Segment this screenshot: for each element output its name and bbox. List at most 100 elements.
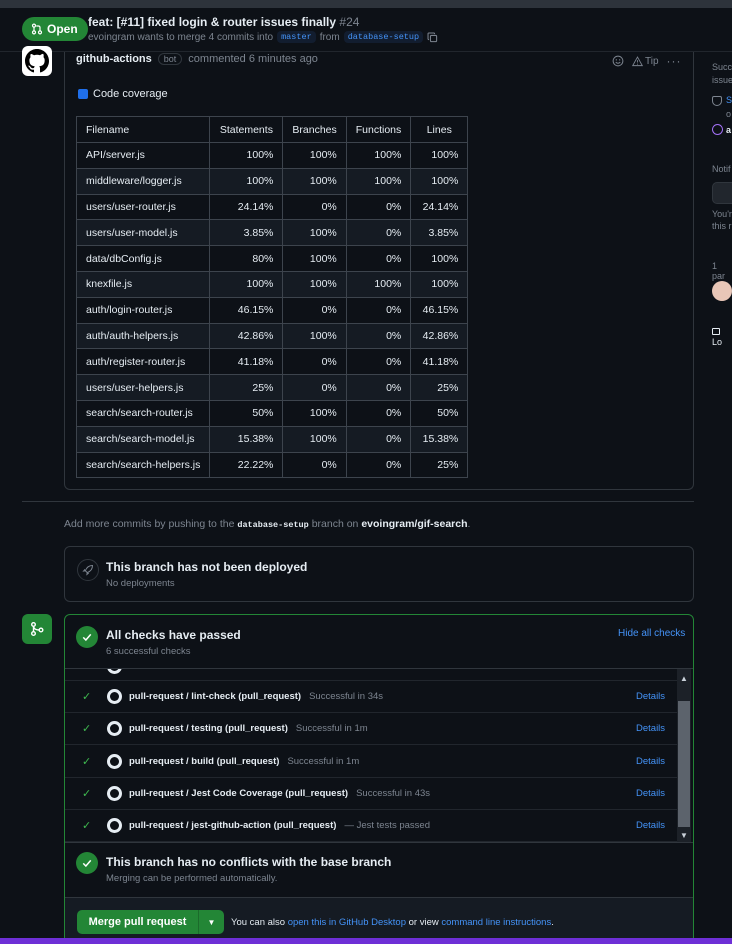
open-in-desktop-link[interactable]: open this in GitHub Desktop (288, 917, 406, 928)
check-name-text: pull-request / lint-check (pull_request) (129, 691, 302, 702)
checks-passed-icon (76, 626, 98, 648)
lock-conversation-link[interactable]: Lo (712, 325, 732, 347)
merge-pull-request-button[interactable]: Merge pull request ▼ (77, 910, 224, 934)
deploy-subtitle: No deployments (106, 578, 175, 589)
coverage-value-cell: 0% (282, 193, 347, 221)
coverage-value-cell: 0% (282, 348, 347, 376)
coverage-value-cell: 100% (410, 142, 469, 169)
copy-icon[interactable] (427, 32, 438, 43)
coverage-value-cell: 100% (410, 167, 469, 195)
command-line-instructions-link[interactable]: command line instructions (441, 917, 551, 928)
push-note-prefix: Add more commits by pushing to the (64, 518, 235, 530)
participant-avatar[interactable] (712, 281, 732, 301)
checks-scrollbar-thumb[interactable] (678, 701, 690, 827)
merge-checks-box: All checks have passed 6 successful chec… (64, 614, 694, 944)
coverage-value-cell: 0% (345, 219, 412, 247)
hide-all-checks-link[interactable]: Hide all checks (618, 628, 685, 639)
push-commits-note: Add more commits by pushing to the datab… (64, 518, 470, 530)
check-mark-icon: ✓ (82, 820, 92, 833)
github-logo-icon (107, 669, 122, 674)
coverage-value-cell: 100% (282, 167, 347, 195)
check-mark-icon: ✓ (82, 691, 92, 703)
git-merge-icon (22, 614, 52, 644)
coverage-value-cell: 41.18% (410, 348, 469, 376)
check-details-link[interactable]: Details (636, 788, 665, 799)
coverage-value-cell: 80% (209, 245, 284, 272)
kebab-menu-icon[interactable]: ··· (667, 54, 682, 68)
github-logo-icon (25, 49, 49, 73)
check-mark-icon: ✓ (82, 755, 92, 768)
base-branch-label[interactable]: master (277, 31, 316, 43)
github-logo-icon (107, 721, 122, 737)
deploy-title: This branch has not been deployed (106, 560, 308, 574)
check-status: Successful in 1m (295, 723, 368, 735)
check-mark-icon: ✓ (82, 723, 92, 736)
status-label: Open (47, 22, 78, 36)
coverage-header-row: Filename Statements Branches Functions L… (75, 116, 469, 143)
check-circle-icon (712, 124, 723, 135)
check-name: pull-request / build (pull_request) Succe… (129, 756, 359, 767)
coverage-value-cell: 46.15% (410, 296, 469, 324)
comment-header: github-actions bot commented 6 minutes a… (76, 53, 318, 65)
coverage-row: users/user-router.js 24.14% 0% 0% 24.14% (75, 193, 469, 221)
github-logo-icon (107, 785, 122, 801)
check-details-link[interactable]: Details (636, 723, 665, 734)
scroll-down-arrow-icon[interactable]: ▼ (677, 828, 691, 842)
merge-area: Merge pull request ▼ You can also open t… (65, 897, 693, 943)
conflicts-subtitle: Merging can be performed automatically. (106, 873, 278, 884)
coverage-value-cell: 46.15% (209, 296, 284, 324)
coverage-value-cell: 3.85% (410, 219, 469, 247)
coverage-filename-cell: auth/login-router.js (75, 296, 211, 324)
coverage-value-cell: 0% (282, 451, 347, 479)
pr-subtitle-text: evoingram wants to merge 4 commits into (88, 31, 274, 43)
check-name-text: pull-request / jest-github-action (pull_… (129, 820, 337, 832)
head-branch-label[interactable]: database-setup (343, 31, 424, 43)
check-name-text: pull-request / build (pull_request) (129, 755, 280, 767)
coverage-row: middleware/logger.js 100% 100% 100% 100% (75, 167, 469, 195)
right-sidebar: Succe issue S o a Notif You'r this r 1 p… (704, 52, 732, 938)
coverage-report-icon (78, 89, 88, 99)
merge-note-middle: or view (408, 917, 439, 928)
push-note-repo[interactable]: evoingram/gif-search (361, 518, 467, 530)
check-details-link[interactable]: Details (636, 691, 665, 702)
coverage-value-cell: 42.86% (410, 322, 469, 350)
coverage-row: data/dbConfig.js 80% 100% 0% 100% (75, 245, 469, 272)
scroll-up-arrow-icon[interactable]: ▲ (677, 671, 691, 685)
coverage-filename-cell: search/search-model.js (75, 425, 211, 453)
lock-label: Lo (712, 337, 723, 347)
push-note-suffix: . (467, 518, 471, 530)
coverage-value-cell: 0% (345, 451, 412, 479)
coverage-value-cell: 25% (410, 451, 469, 479)
comment-author[interactable]: github-actions (76, 53, 152, 65)
participants-label: 1 par (712, 261, 726, 281)
comment-meta[interactable]: commented 6 minutes ago (188, 53, 318, 65)
coverage-value-cell: 100% (345, 270, 412, 298)
merge-alternatives-note: You can also open this in GitHub Desktop… (231, 917, 554, 928)
shield-icon (712, 96, 722, 106)
tip-button[interactable]: Tip (632, 56, 659, 67)
merge-note-suffix: . (551, 917, 554, 928)
merge-note-prefix: You can also (231, 917, 286, 928)
github-logo-icon (107, 689, 122, 704)
github-actions-avatar[interactable] (22, 46, 52, 76)
pr-title: feat: [#11] fixed login & router issues … (88, 15, 359, 29)
check-details-link[interactable]: Details (636, 756, 665, 767)
check-name: pull-request / Jest Code Coverage (pull_… (129, 788, 430, 799)
coverage-value-cell: 100% (209, 270, 284, 298)
subscribe-button[interactable] (712, 182, 732, 204)
coverage-filename-cell: users/user-model.js (75, 219, 211, 247)
coverage-filename-cell: search/search-router.js (75, 399, 211, 427)
check-status: — Jest tests passed (344, 820, 430, 832)
coverage-value-cell: 100% (410, 245, 469, 272)
merge-options-dropdown-icon[interactable]: ▼ (198, 910, 224, 934)
sidebar-link-s[interactable]: S (726, 95, 732, 105)
bottom-bar (0, 938, 732, 944)
smiley-icon[interactable] (612, 55, 624, 67)
check-status: Successful in 1m (287, 755, 360, 767)
coverage-value-cell: 25% (209, 374, 284, 401)
top-strip (0, 0, 732, 8)
check-details-link[interactable]: Details (636, 820, 665, 831)
coverage-value-cell: 15.38% (410, 425, 469, 453)
coverage-value-cell: 100% (345, 167, 412, 195)
coverage-value-cell: 100% (282, 322, 347, 350)
